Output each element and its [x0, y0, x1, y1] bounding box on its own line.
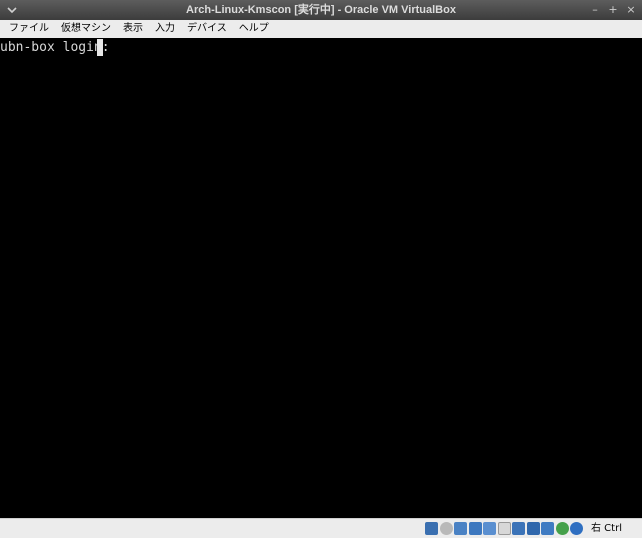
- optical-drive-icon[interactable]: [439, 522, 453, 535]
- hard-disk-icon[interactable]: [425, 522, 438, 535]
- menu-view[interactable]: 表示: [117, 20, 149, 38]
- status-bar: 右 Ctrl: [0, 518, 642, 538]
- menu-bar: ファイル 仮想マシン 表示 入力 デバイス ヘルプ: [0, 20, 642, 39]
- menu-machine[interactable]: 仮想マシン: [55, 20, 117, 38]
- video-capture-icon[interactable]: [526, 522, 540, 535]
- status-indicators: [425, 521, 585, 536]
- host-key-label: 右 Ctrl: [591, 523, 622, 534]
- network-icon[interactable]: [468, 522, 482, 535]
- close-button[interactable]: ×: [624, 3, 638, 17]
- mouse-integration-icon[interactable]: [570, 522, 583, 535]
- virtualization-icon[interactable]: [541, 522, 554, 535]
- menu-file[interactable]: ファイル: [0, 20, 55, 38]
- menu-devices[interactable]: デバイス: [181, 20, 233, 38]
- display-icon[interactable]: [512, 522, 525, 535]
- text-cursor: [97, 39, 103, 56]
- menu-help[interactable]: ヘルプ: [233, 20, 275, 38]
- window-title: Arch-Linux-Kmscon [実行中] - Oracle VM Virt…: [186, 4, 456, 16]
- maximize-button[interactable]: +: [606, 3, 620, 17]
- minimize-button[interactable]: –: [588, 3, 602, 17]
- guest-additions-icon[interactable]: [555, 522, 569, 535]
- menu-input[interactable]: 入力: [149, 20, 181, 38]
- title-bar: Arch-Linux-Kmscon [実行中] - Oracle VM Virt…: [0, 0, 642, 21]
- usb-icon[interactable]: [483, 522, 496, 535]
- audio-icon[interactable]: [454, 522, 467, 535]
- vm-console-display[interactable]: ubn-box login:: [0, 38, 642, 518]
- shared-folders-icon[interactable]: [497, 522, 511, 535]
